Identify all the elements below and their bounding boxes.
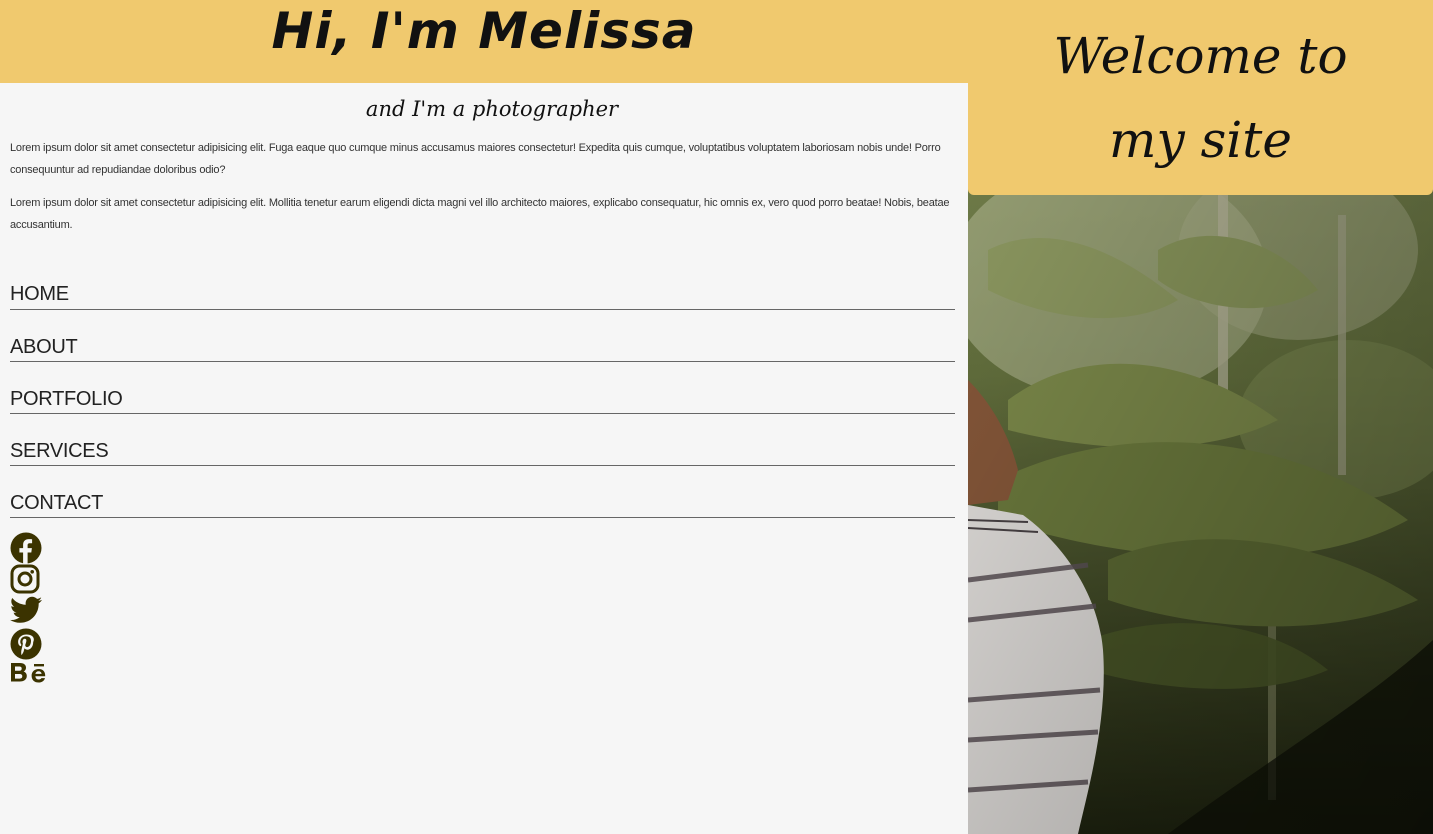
top-banner: Hi, I'm Melissa	[0, 0, 968, 83]
instagram-icon[interactable]	[10, 564, 48, 595]
nav-item-about[interactable]: ABOUT	[10, 310, 955, 362]
intro-paragraph: Lorem ipsum dolor sit amet consectetur a…	[10, 197, 950, 231]
nav-item-home[interactable]: HOME	[10, 266, 955, 310]
nav-item-contact[interactable]: CONTACT	[10, 466, 955, 518]
intro-paragraph: Lorem ipsum dolor sit amet consectetur a…	[10, 142, 941, 176]
nav-item-services[interactable]: SERVICES	[10, 414, 955, 466]
twitter-icon[interactable]	[10, 596, 48, 627]
welcome-text: Welcome to my site	[1053, 26, 1348, 169]
right-panel: Welcome to my site	[968, 0, 1433, 834]
nav-item-portfolio[interactable]: PORTFOLIO	[10, 362, 955, 414]
page-title: Hi, I'm Melissa	[271, 2, 697, 60]
behance-icon[interactable]	[10, 660, 48, 691]
main-nav: HOME ABOUT PORTFOLIO SERVICES CONTACT	[10, 266, 955, 518]
pinterest-icon[interactable]	[10, 628, 48, 660]
page: Hi, I'm Melissa and I'm a photographer L…	[0, 0, 1433, 834]
page-subtitle: and I'm a photographer	[365, 97, 619, 121]
social-links	[10, 532, 968, 691]
left-panel: Hi, I'm Melissa and I'm a photographer L…	[0, 0, 968, 834]
welcome-banner: Welcome to my site	[968, 0, 1433, 195]
facebook-icon[interactable]	[10, 532, 48, 564]
intro-text: Lorem ipsum dolor sit amet consectetur a…	[0, 137, 968, 236]
